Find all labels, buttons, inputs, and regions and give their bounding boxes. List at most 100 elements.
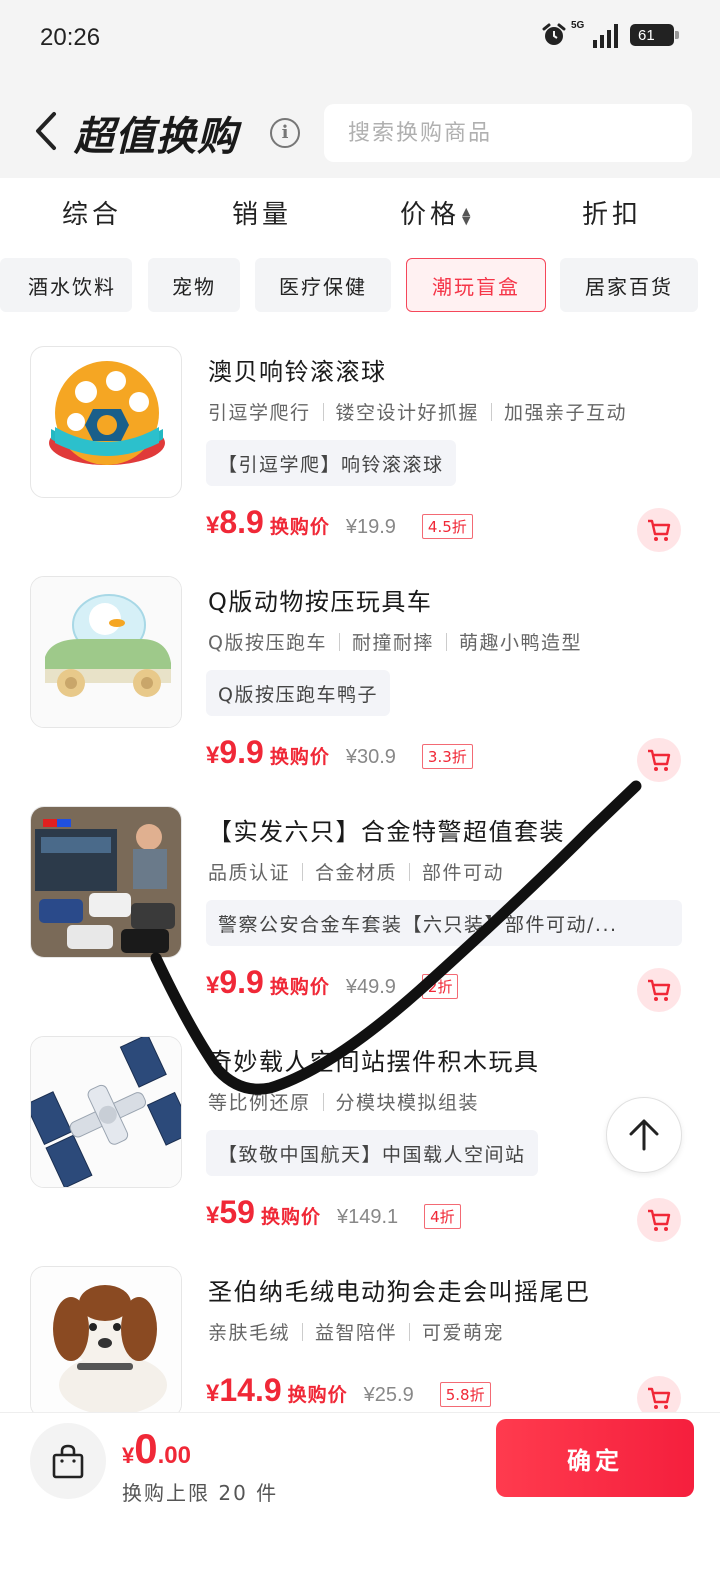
product-tag: Q版按压跑车 bbox=[208, 632, 327, 654]
price-row: ¥ 8.9 换购价 ¥19.9 4.5折 bbox=[206, 504, 473, 548]
exchange-limit-text: 换购上限 20 件 bbox=[122, 1481, 279, 1505]
product-tag: 亲肤毛绒 bbox=[208, 1322, 291, 1344]
product-tag: 加强亲子互动 bbox=[504, 402, 628, 424]
product-card[interactable]: 【实发六只】合金特警超值套装 品质认证 合金材质 部件可动 警察公安合金车套装【… bbox=[0, 806, 720, 1036]
product-image-rattle-ball[interactable] bbox=[30, 346, 182, 498]
product-note: 【致敬中国航天】中国载人空间站 bbox=[206, 1130, 538, 1176]
confirm-button[interactable]: 确定 bbox=[496, 1419, 694, 1497]
status-bar: 20:26 5G 61 bbox=[0, 0, 720, 80]
product-tags: 等比例还原 分模块模拟组装 bbox=[208, 1088, 479, 1115]
sort-toggle-icon: ▲ ▼ bbox=[462, 204, 475, 227]
price-row: ¥ 9.9 换购价 ¥49.9 2折 bbox=[206, 964, 459, 1008]
total-decimal: .00 bbox=[157, 1442, 191, 1469]
product-note: 【引逗学爬】响铃滚滚球 bbox=[206, 440, 456, 486]
sort-comprehensive[interactable]: 综合 bbox=[62, 194, 122, 231]
signal-icon: 5G bbox=[571, 20, 618, 48]
exchange-price: 8.9 bbox=[219, 504, 264, 540]
sort-price[interactable]: 价格 ▲ ▼ bbox=[400, 194, 474, 231]
sort-sales[interactable]: 销量 bbox=[232, 194, 292, 231]
status-time: 20:26 bbox=[40, 24, 101, 51]
total-integer: 0 bbox=[134, 1425, 158, 1472]
add-to-cart-button[interactable] bbox=[637, 1198, 681, 1242]
shopping-bag-icon bbox=[52, 1444, 84, 1479]
cart-icon bbox=[648, 749, 671, 771]
info-icon[interactable]: i bbox=[270, 118, 300, 148]
sort-price-label: 价格 bbox=[400, 200, 461, 230]
battery-level: 61 bbox=[638, 26, 655, 44]
battery-icon: 61 bbox=[630, 24, 679, 46]
original-price: ¥25.9 bbox=[363, 1384, 414, 1406]
original-price: ¥19.9 bbox=[345, 516, 396, 538]
cart-icon bbox=[648, 519, 671, 541]
original-price: ¥149.1 bbox=[336, 1206, 399, 1228]
product-tag: 分模块模拟组装 bbox=[335, 1092, 480, 1114]
product-title[interactable]: 圣伯纳毛绒电动狗会走会叫摇尾巴 bbox=[208, 1272, 591, 1307]
product-title[interactable]: 奇妙载人空间站摆件积木玩具 bbox=[208, 1042, 540, 1077]
category-chip-pets[interactable]: 宠物 bbox=[148, 258, 240, 312]
add-to-cart-button[interactable] bbox=[637, 968, 681, 1012]
product-tag: 品质认证 bbox=[208, 862, 291, 884]
product-note: 警察公安合金车套装【六只装】部件可动/... bbox=[206, 900, 682, 946]
category-chip-home[interactable]: 居家百货 bbox=[560, 258, 698, 312]
product-tag: 耐撞耐摔 bbox=[351, 632, 434, 654]
product-tag: 引逗学爬行 bbox=[208, 402, 311, 424]
product-tag: 镂空设计好抓握 bbox=[335, 402, 480, 424]
original-price: ¥49.9 bbox=[345, 976, 396, 998]
price-row: ¥ 59 换购价 ¥149.1 4折 bbox=[206, 1194, 461, 1238]
discount-badge: 2折 bbox=[421, 973, 459, 999]
exchange-price: 14.9 bbox=[219, 1372, 282, 1408]
exchange-price: 9.9 bbox=[219, 964, 264, 1000]
discount-badge: 4折 bbox=[424, 1203, 461, 1229]
chevron-left-icon bbox=[36, 112, 56, 150]
cart-icon bbox=[648, 1209, 671, 1231]
currency-symbol: ¥ bbox=[206, 972, 220, 999]
exchange-price: 9.9 bbox=[219, 734, 264, 770]
product-tags: 引逗学爬行 镂空设计好抓握 加强亲子互动 bbox=[208, 398, 627, 425]
bottom-bar: ¥ 0 .00 换购上限 20 件 确定 bbox=[0, 1412, 720, 1584]
exchange-price: 59 bbox=[219, 1194, 255, 1230]
back-button[interactable] bbox=[30, 108, 64, 154]
page-title: 超值换购 bbox=[74, 114, 238, 160]
network-type: 5G bbox=[571, 20, 585, 31]
add-to-cart-button[interactable] bbox=[637, 508, 681, 552]
product-title[interactable]: Q版动物按压玩具车 bbox=[208, 582, 432, 617]
exchange-price-label: 换购价 bbox=[269, 976, 330, 998]
product-tag: 益智陪伴 bbox=[315, 1322, 398, 1344]
search-input[interactable] bbox=[324, 104, 692, 162]
search-box[interactable] bbox=[324, 104, 692, 162]
product-tags: 品质认证 合金材质 部件可动 bbox=[208, 858, 504, 885]
price-row: ¥ 14.9 换购价 ¥25.9 5.8折 bbox=[206, 1372, 491, 1416]
add-to-cart-button[interactable] bbox=[637, 738, 681, 782]
sort-discount[interactable]: 折扣 bbox=[582, 194, 642, 231]
category-chip-toys[interactable]: 潮玩盲盒 bbox=[406, 258, 546, 312]
product-tag: 部件可动 bbox=[422, 862, 505, 884]
product-card[interactable]: 澳贝响铃滚滚球 引逗学爬行 镂空设计好抓握 加强亲子互动 【引逗学爬】响铃滚滚球… bbox=[0, 346, 720, 576]
product-title[interactable]: 【实发六只】合金特警超值套装 bbox=[208, 812, 565, 847]
product-tag: 可爱萌宠 bbox=[422, 1322, 505, 1344]
product-image-duck-car[interactable] bbox=[30, 576, 182, 728]
product-image-space-station[interactable] bbox=[30, 1036, 182, 1188]
exchange-price-label: 换购价 bbox=[287, 1384, 348, 1406]
product-note: Q版按压跑车鸭子 bbox=[206, 670, 390, 716]
discount-badge: 4.5折 bbox=[421, 513, 473, 539]
category-chip-drinks[interactable]: 酒水饮料 bbox=[0, 258, 132, 312]
product-title[interactable]: 澳贝响铃滚滚球 bbox=[208, 352, 387, 387]
discount-badge: 3.3折 bbox=[421, 743, 473, 769]
product-image-plush-dog[interactable] bbox=[30, 1266, 182, 1418]
exchange-price-label: 换购价 bbox=[269, 516, 330, 538]
status-icons: 5G 61 bbox=[541, 20, 679, 48]
scroll-to-top-button[interactable] bbox=[606, 1097, 682, 1173]
currency-symbol: ¥ bbox=[206, 1380, 220, 1407]
category-chip-health[interactable]: 医疗保健 bbox=[255, 258, 391, 312]
header: 超值换购 i bbox=[0, 80, 720, 178]
cart-icon bbox=[648, 1387, 671, 1409]
product-tags: Q版按压跑车 耐撞耐摔 萌趣小鸭造型 bbox=[208, 628, 582, 655]
product-image-police-cars[interactable] bbox=[30, 806, 182, 958]
currency-symbol: ¥ bbox=[206, 512, 220, 539]
product-tag: 合金材质 bbox=[315, 862, 398, 884]
product-tag: 萌趣小鸭造型 bbox=[458, 632, 582, 654]
alarm-icon bbox=[542, 23, 566, 45]
bag-button[interactable] bbox=[30, 1423, 106, 1499]
arrow-up-icon bbox=[629, 1119, 659, 1151]
product-card[interactable]: Q版动物按压玩具车 Q版按压跑车 耐撞耐摔 萌趣小鸭造型 Q版按压跑车鸭子 ¥ … bbox=[0, 576, 720, 806]
